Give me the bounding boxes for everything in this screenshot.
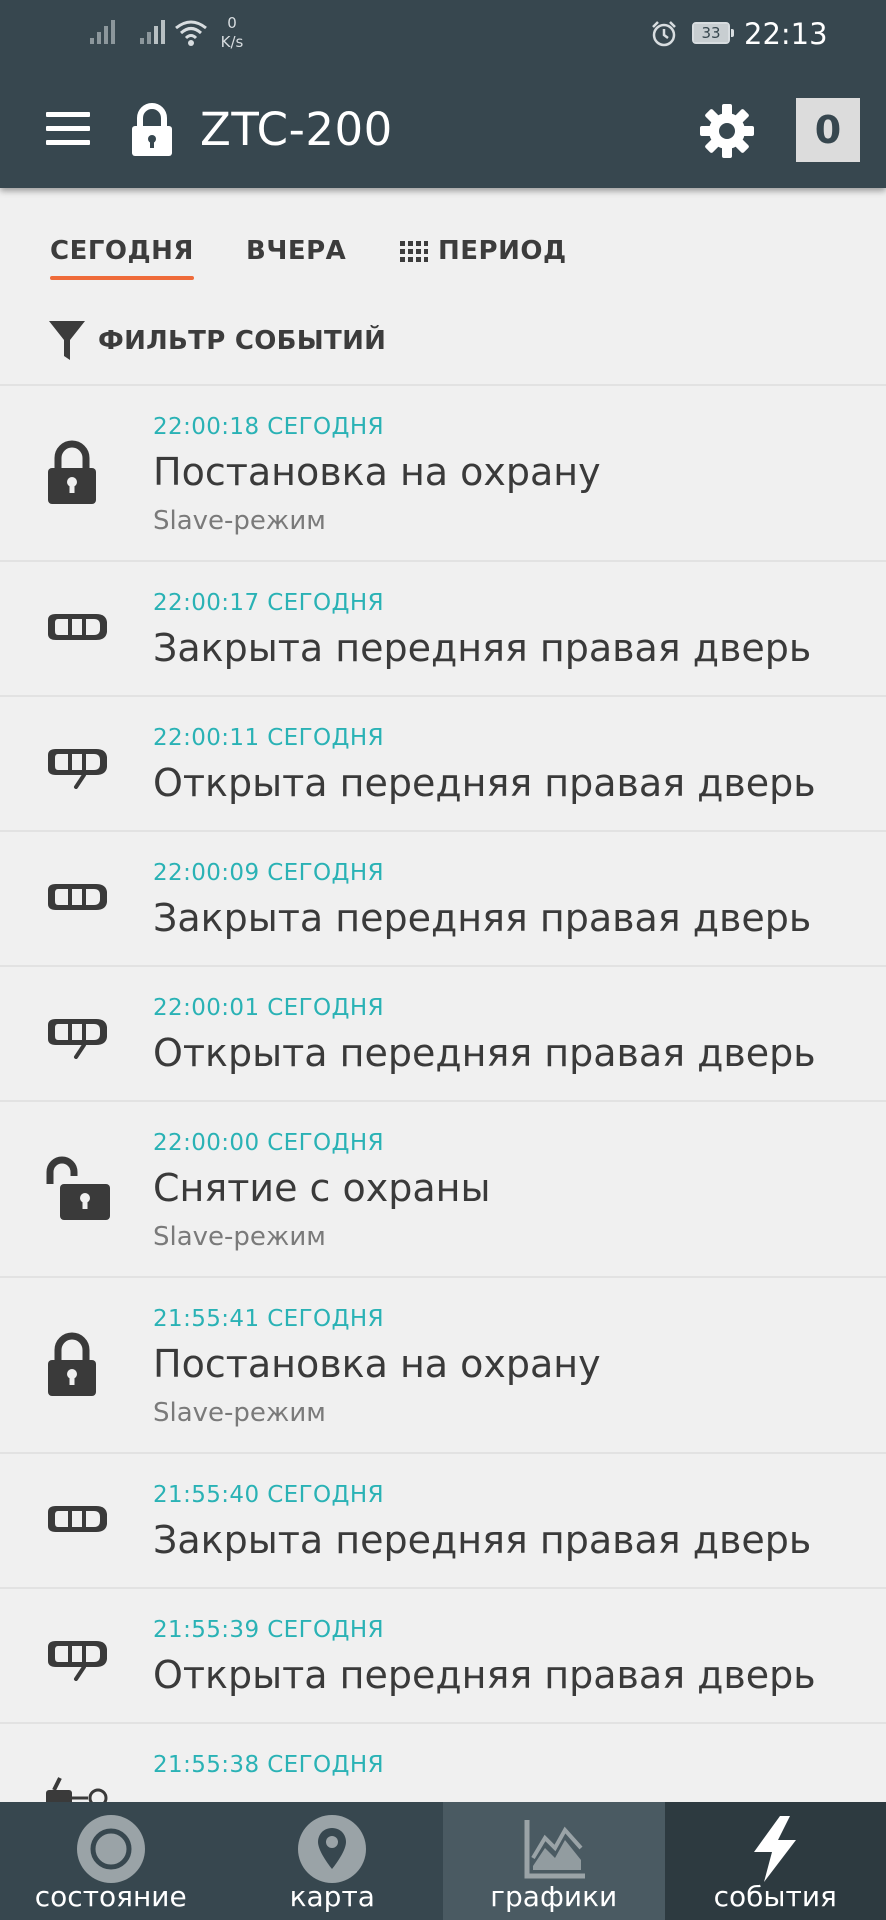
status-bar: 0 K/s 33 22:13 [0,0,886,72]
nav-status[interactable]: состояние [0,1802,222,1920]
event-subtitle: Slave-режим [153,1222,326,1252]
event-item[interactable]: 22:00:00 СЕГОДНЯ Снятие с охраны Slave-р… [0,1100,886,1276]
chart-icon [524,1820,585,1879]
event-title: Открыта передняя правая дверь [153,1031,816,1075]
event-title: Снятие с охраны [153,1166,491,1210]
event-title: Постановка на охрану [153,450,601,494]
notification-count-badge[interactable]: 0 [796,98,860,162]
tab-yesterday[interactable]: ВЧЕРА [246,234,346,268]
event-title: Закрыта передняя правая дверь [153,626,812,670]
toolbar: ZTC-200 0 [0,72,886,188]
event-subtitle: Slave-режим [153,506,326,536]
tab-period-label: ПЕРИОД [438,236,567,266]
event-item[interactable]: 22:00:17 СЕГОДНЯ Закрыта передняя правая… [0,560,886,695]
event-item[interactable]: 22:00:09 СЕГОДНЯ Закрыта передняя правая… [0,830,886,965]
signal-strength-icon [90,20,115,44]
event-time: 22:00:09 СЕГОДНЯ [153,860,384,886]
event-time: 21:55:41 СЕГОДНЯ [153,1306,384,1332]
network-speed: 0 K/s [214,14,250,52]
signal-strength-icon-2 [140,20,165,44]
nav-events-label: события [713,1880,837,1913]
car-door-closed-icon [48,614,107,640]
tab-today[interactable]: СЕГОДНЯ [50,234,194,280]
car-door-closed-icon [48,884,107,910]
filter-funnel-icon [49,321,85,360]
settings-gear-icon[interactable] [698,102,756,160]
nav-status-label: состояние [34,1880,187,1913]
alarm-clock-icon [652,21,676,47]
event-title: Закрыта передняя правая дверь [153,1518,812,1562]
battery-icon: 33 [692,22,734,44]
lock-closed-icon [48,440,96,504]
status-circle-icon [76,1815,145,1883]
event-subtitle: Slave-режим [153,1398,326,1428]
app-header: 0 K/s 33 22:13 ZTC-200 0 [0,0,886,188]
event-time: 21:55:38 СЕГОДНЯ [153,1752,384,1778]
wifi-icon [175,20,207,46]
car-door-closed-icon [48,1506,107,1532]
car-door-open-icon [48,749,107,789]
nav-charts-label: графики [490,1880,618,1913]
event-time: 22:00:11 СЕГОДНЯ [153,725,384,751]
event-item[interactable]: 22:00:11 СЕГОДНЯ Открыта передняя правая… [0,695,886,830]
event-item[interactable]: 21:55:39 СЕГОДНЯ Открыта передняя правая… [0,1587,886,1722]
event-item[interactable]: 22:00:01 СЕГОДНЯ Открыта передняя правая… [0,965,886,1100]
event-time: 22:00:17 СЕГОДНЯ [153,590,384,616]
lock-icon [132,103,172,156]
car-door-open-icon [48,1019,107,1059]
map-pin-icon [298,1815,367,1883]
menu-button[interactable] [40,104,98,154]
event-time: 21:55:40 СЕГОДНЯ [153,1482,384,1508]
event-title: Открыта передняя правая дверь [153,1653,816,1697]
lightning-icon [754,1816,797,1882]
battery-level: 33 [694,24,728,42]
event-time: 22:00:01 СЕГОДНЯ [153,995,384,1021]
event-item[interactable]: 22:00:18 СЕГОДНЯ Постановка на охрану Sl… [0,384,886,560]
event-item[interactable]: 21:55:41 СЕГОДНЯ Постановка на охрану Sl… [0,1276,886,1452]
filter-label: ФИЛЬТР СОБЫТИЙ [98,326,387,356]
nav-map[interactable]: карта [222,1802,444,1920]
events-list: 22:00:18 СЕГОДНЯ Постановка на охрану Sl… [0,384,886,1862]
event-time: 21:55:39 СЕГОДНЯ [153,1617,384,1643]
event-title: Постановка на охрану [153,1342,601,1386]
bottom-navigation: состояние карта графики события [0,1802,886,1920]
date-tabs: СЕГОДНЯ ВЧЕРА ПЕРИОД [0,188,886,298]
event-time: 22:00:00 СЕГОДНЯ [153,1130,384,1156]
car-door-open-icon [48,1641,107,1681]
network-speed-value: 0 [227,14,237,32]
nav-charts[interactable]: графики [443,1802,665,1920]
lock-open-icon [46,1156,110,1220]
status-clock: 22:13 [744,17,828,51]
event-time: 22:00:18 СЕГОДНЯ [153,414,384,440]
event-filter-button[interactable]: ФИЛЬТР СОБЫТИЙ [48,320,386,362]
tab-period[interactable]: ПЕРИОД [400,234,567,268]
device-title: ZTC-200 [200,103,393,156]
network-speed-unit: K/s [220,33,244,51]
lock-closed-icon [48,1332,96,1396]
event-item[interactable]: 21:55:40 СЕГОДНЯ Закрыта передняя правая… [0,1452,886,1587]
nav-events[interactable]: события [664,1802,886,1920]
calendar-grid-icon [400,241,428,262]
event-title: Открыта передняя правая дверь [153,761,816,805]
nav-map-label: карта [289,1880,375,1913]
event-title: Закрыта передняя правая дверь [153,896,812,940]
